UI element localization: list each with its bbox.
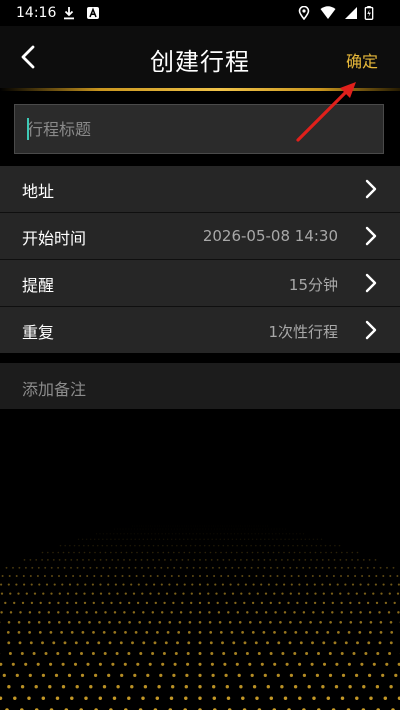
location-icon bbox=[298, 6, 310, 20]
add-note-field[interactable]: 添加备注 bbox=[0, 363, 400, 409]
reminder-value: 15分钟 bbox=[288, 276, 338, 294]
add-note-label: 添加备注 bbox=[22, 380, 87, 399]
start-time-value: 2026-05-08 14:30 bbox=[202, 227, 338, 245]
wifi-icon bbox=[320, 6, 336, 19]
start-time-label: 开始时间 bbox=[22, 229, 87, 248]
download-icon bbox=[64, 7, 74, 20]
background-pattern bbox=[0, 520, 400, 710]
battery-icon bbox=[364, 6, 374, 20]
text-cursor bbox=[27, 118, 29, 140]
confirm-button[interactable]: 确定 bbox=[346, 48, 378, 72]
chevron-right-icon bbox=[365, 226, 377, 246]
app-icon bbox=[87, 7, 99, 19]
reminder-label: 提醒 bbox=[22, 276, 55, 295]
status-bar: 14:16 bbox=[0, 0, 400, 26]
address-row[interactable]: 地址 bbox=[0, 166, 400, 212]
status-time: 14:16 bbox=[16, 5, 57, 21]
reminder-row[interactable]: 提醒 15分钟 bbox=[0, 260, 400, 306]
chevron-right-icon bbox=[365, 179, 377, 199]
annotation-arrow-icon bbox=[296, 82, 356, 142]
chevron-right-icon bbox=[365, 273, 377, 293]
signal-icon bbox=[345, 7, 357, 19]
repeat-label: 重复 bbox=[22, 323, 55, 342]
repeat-row[interactable]: 重复 1次性行程 bbox=[0, 307, 400, 353]
start-time-row[interactable]: 开始时间 2026-05-08 14:30 bbox=[0, 213, 400, 259]
repeat-value: 1次性行程 bbox=[268, 323, 338, 341]
address-label: 地址 bbox=[22, 182, 55, 201]
chevron-right-icon bbox=[365, 320, 377, 340]
